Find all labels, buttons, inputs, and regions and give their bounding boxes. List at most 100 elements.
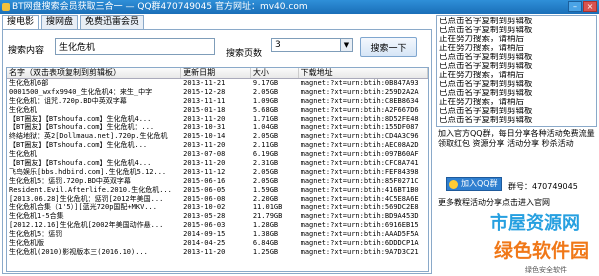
table-row[interactable]: 终结地狱：英2[Dollmaua.net].720p.生化危机 2015-10-1… [7,132,428,141]
cell-size: 6.84GB [252,239,279,248]
cell-name: 终结地狱：英2[Dollmaua.net].720p.生化危机 [9,132,168,141]
cell-name: 生化危机 [9,105,37,114]
cell-date: 2015-06-03 [183,221,226,230]
results-table: 名字（双击表项复制到剪辑板） 更新日期 大小 下载地址 生化危机6部 2013-1… [6,67,429,272]
table-row[interactable]: 0001500_wxfx9940_生化危机4：来生_中字 2015-12-28 2.… [7,88,428,97]
cell-link: magnet:?xt=urn:btih:155DF087 [300,123,419,132]
cell-name: 生化危机版 [9,239,44,248]
table-row[interactable]: 生化危机5：惩罚 2014-09-15 1.38GB magnet:?xt=urn:b… [7,230,428,239]
cell-link: magnet:?xt=urn:btih:259D2A2A [300,87,419,96]
cell-date: 2013-05-28 [183,212,226,221]
cell-size: 21.79GB [252,212,283,221]
cell-link: magnet:?xt=urn:btih:097B60AF [300,150,419,159]
cell-link: magnet:?xt=urn:btih:A2F667D6 [300,105,419,114]
log-line: 已点击名字复制到剪辑板 [439,80,533,89]
cell-link: magnet:?xt=urn:btih:C8EB8634 [300,96,419,105]
cell-date: 2013-11-12 [183,167,226,176]
search-input[interactable] [55,38,215,55]
log-line: 已点击名字复制到剪辑板 [439,116,533,125]
cell-date: 2013-11-21 [183,79,226,87]
log-line: 正在努力搜索，请稍后 [439,44,525,53]
tab-search-netdisk[interactable]: 搜网盘 [41,15,79,29]
cell-date: 2015-12-28 [183,87,226,96]
cell-link: magnet:?xt=urn:btih:FEF84398 [300,167,419,176]
cell-name: 0001500_wxfx9940_生化危机4：来生_中字 [9,87,153,96]
cell-name: 【BT圈友】【BTshoufa.com】生化危机... [9,141,148,150]
cell-name: 生化危机5：惩罚.720p.BD中英双字幕 [9,176,131,185]
cell-date: 2015-01-18 [183,105,226,114]
cell-size: 2.05GB [252,167,279,176]
qq-group-number: 群号：470749045 [508,182,578,191]
cell-link: magnet:?xt=urn:btih:4C5E8A6E [300,194,419,203]
log-line: 已点击名字复制到剪辑板 [439,53,533,62]
close-button[interactable]: × [583,1,597,12]
watermark-line2: 绿色软件园 [494,240,590,262]
cell-link: magnet:?xt=urn:btih:85F0271C [300,176,419,185]
qq-icon [449,180,458,189]
table-row[interactable]: 【BT圈友】【BTshoufa.com】生化危机4... 2013-11-20 1.… [7,115,428,124]
table-row[interactable]: 生化危机版 2014-04-25 6.84GB magnet:?xt=urn:btih… [7,239,428,248]
cell-size: 1.09GB [252,96,279,105]
cell-link: magnet:?xt=urn:btih:569DC2E8 [300,203,419,212]
cell-link: magnet:?xt=urn:btih:AEC08A2D [300,141,419,150]
chevron-down-icon[interactable]: ▼ [340,39,352,51]
table-row[interactable]: 生化危机(2010)影视版本三(2016.10)... 2013-11-20 1.2… [7,248,428,257]
table-row[interactable]: 生化危机5：惩罚.720p.BD中英双字幕 2015-06-16 2.05GB mag… [7,177,428,186]
search-panel: 搜索内容 搜索页数 3 ▼ 搜索一下 名字（双击表项复制到剪辑板） 更新日期 大… [2,29,432,274]
cell-date: 2015-06-16 [183,176,226,185]
pages-select[interactable]: 3 ▼ [271,38,353,52]
cell-size: 2.20GB [252,194,279,203]
table-row[interactable]: [2013.06.28]生化危机：惩罚[2012年美国... 2015-06-08… [7,195,428,204]
log-line: 正在努力搜索，请稍后 [439,98,525,107]
table-row[interactable]: 【BT圈友】【BTshoufa.com】生化危机：... 2013-10-31 1.… [7,123,428,132]
table-row[interactable]: 生化危机6部 2013-11-21 9.17GB magnet:?xt=urn:bti… [7,79,428,88]
log-line: 已点击名字复制到剪辑板 [439,62,533,71]
table-row[interactable]: 生化危机合集（1'5）][蓝光720p国配+MKV... 2013-10-02 11… [7,203,428,212]
table-row[interactable]: [2012.12.16]生化危机[2002年美国动作悬... 2015-06-03… [7,221,428,230]
table-row[interactable]: 飞鸟娱乐[bbs.hdbird.com].生化危机5.12... 2013-11-… [7,168,428,177]
cell-date: 2014-09-15 [183,230,226,239]
cell-link: magnet:?xt=urn:btih:6916EB15 [300,221,419,230]
table-row[interactable]: 【BT圈友】【BTshoufa.com】生化危机... 2013-11-20 2.1… [7,141,428,150]
tab-free-xunlei-vip[interactable]: 免费迅雷会员 [80,15,145,29]
log-line: 正在努力搜索，请稍后 [439,35,525,44]
table-row[interactable]: 生化危机 2015-01-18 5.68GB magnet:?xt=urn:btih:… [7,106,428,115]
header-name[interactable]: 名字（双击表项复制到剪辑板） [7,68,182,78]
table-row[interactable]: Resident.Evil.Afterlife.2010.生化危机... 2015… [7,186,428,195]
log-line: 正在努力搜索，请稍后 [439,71,525,80]
window-title: BT网盘搜索会员获取三合一 — QQ群470749045 官方网址：mv40.c… [12,2,308,12]
header-date[interactable]: 更新日期 [181,68,251,78]
table-row[interactable]: 生化危机：诅咒.720p.BD中英双字幕 2013-11-11 1.09GB magn… [7,97,428,106]
cell-date: 2013-11-20 [183,141,226,150]
log-line: 已点击名字复制到剪辑板 [439,26,533,35]
cell-name: 生化危机合集（1'5）][蓝光720p国配+MKV... [9,203,157,212]
tab-search-movie[interactable]: 搜电影 [2,15,40,29]
cell-link: magnet:?xt=urn:btih:6DDDCP1A [300,239,419,248]
cell-date: 2015-10-14 [183,132,226,141]
more-tutorials-link[interactable]: 更多教程活动分享点击进入官网 [438,197,550,208]
minimize-button[interactable]: – [568,1,582,12]
cell-size: 5.68GB [252,105,279,114]
table-row[interactable]: 生化危机1-5合集 2013-05-28 21.79GB magnet:?xt=urn… [7,212,428,221]
header-link[interactable]: 下载地址 [299,68,428,78]
cell-date: 2013-07-08 [183,150,226,159]
cell-size: 2.05GB [252,87,279,96]
search-label: 搜索内容 [8,46,45,56]
cell-name: 【BT圈友】【BTshoufa.com】生化危机4... [9,159,152,168]
table-body: 生化危机6部 2013-11-21 9.17GB magnet:?xt=urn:bti… [7,79,428,257]
cell-size: 1.25GB [252,247,279,256]
log-box[interactable]: 已点击名字复制到剪辑板 已点击名字复制到剪辑板 正在努力搜索，请稍后 正在努力搜… [436,15,597,127]
cell-size: 11.01GB [252,203,283,212]
cell-link: magnet:?xt=urn:btih:BD9A453D [300,212,419,221]
join-qq-button[interactable]: 加入QQ群 [446,177,502,191]
table-row[interactable]: 【BT圈友】【BTshoufa.com】生化危机4... 2013-11-20 2.… [7,159,428,168]
title-bar: BT网盘搜索会员获取三合一 — QQ群470749045 官方网址：mv40.c… [0,0,599,14]
tab-bar: 搜电影 搜网盘 免费迅雷会员 [2,15,145,29]
cell-date: 2015-06-08 [183,194,226,203]
search-button[interactable]: 搜索一下 [360,37,417,57]
cell-size: 2.11GB [252,141,279,150]
header-size[interactable]: 大小 [251,68,299,78]
cell-name: 飞鸟娱乐[bbs.hdbird.com].生化危机5.12... [9,167,167,176]
cell-date: 2013-11-11 [183,96,226,105]
table-row[interactable]: 生化危机 2013-07-08 6.19GB magnet:?xt=urn:btih:… [7,150,428,159]
